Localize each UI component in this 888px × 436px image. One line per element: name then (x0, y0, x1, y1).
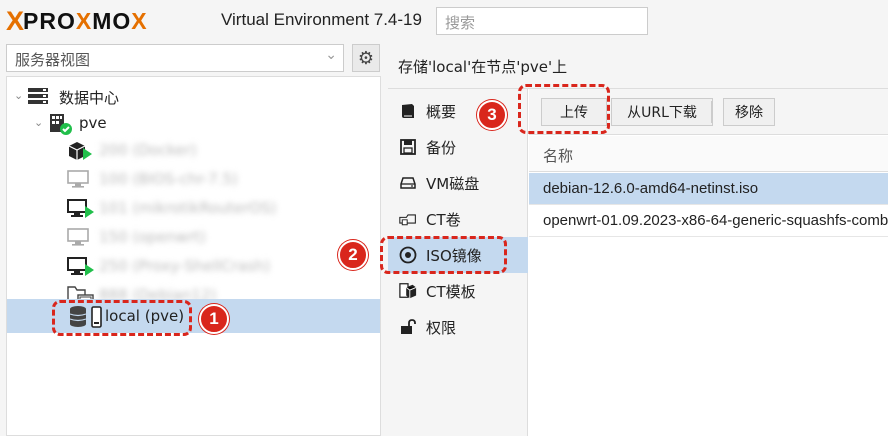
table-cell-name: openwrt-01.09.2023-x86-64-generic-squash… (543, 212, 888, 229)
resource-tree: ⌄ 数据中心 ⌄ pve 200 (Docker) 100 (BIOS-chr-… (6, 76, 381, 436)
ct-template-icon (399, 282, 417, 300)
tree-label-guest: 100 (BIOS-chr-7.5) (99, 170, 238, 188)
logo-x-mark: X (6, 5, 24, 36)
table-row[interactable]: openwrt-01.09.2023-x86-64-generic-squash… (529, 205, 888, 237)
iso-grid: 名称 debian-12.6.0-amd64-netinst.iso openw… (529, 136, 888, 436)
menu-item-ct-templates[interactable]: CT模板 (388, 273, 528, 309)
menu-label: 概要 (426, 102, 457, 121)
table-cell-name: debian-12.6.0-amd64-netinst.iso (543, 180, 759, 197)
page-title: 存储'local'在节点'pve'上 (398, 58, 568, 76)
remove-button[interactable]: 移除 (723, 98, 775, 126)
ct-volume-icon (399, 210, 417, 228)
download-from-url-button[interactable]: 从URL下载 (611, 98, 713, 126)
step-badge-1: 1 (199, 304, 229, 334)
menu-item-summary[interactable]: 概要 (388, 93, 528, 129)
collapse-icon[interactable]: ⌄ (34, 116, 43, 129)
collapse-icon[interactable]: ⌄ (14, 89, 23, 102)
vm-stopped-icon (67, 228, 89, 249)
floppy-icon (399, 138, 417, 156)
content-title-bar: 存储'local'在节点'pve'上 (388, 44, 888, 88)
menu-item-permissions[interactable]: 权限 (388, 309, 528, 345)
menu-label: CT模板 (426, 282, 476, 301)
container-running-icon (67, 141, 93, 164)
menu-label: 备份 (426, 138, 457, 157)
book-icon (399, 102, 417, 120)
highlight-upload (518, 84, 610, 134)
harddisk-icon (399, 174, 417, 192)
column-header-name[interactable]: 名称 (543, 145, 573, 166)
view-selector-value: 服务器视图 (15, 51, 91, 69)
tree-label-node: pve (79, 114, 107, 132)
step-badge-2: 2 (338, 240, 368, 270)
grid-header: 名称 (529, 136, 888, 172)
tree-label-guest: 150 (openwrt) (99, 228, 206, 246)
proxmox-logo[interactable]: X PROXMOX (6, 5, 148, 36)
menu-item-vm-disks[interactable]: VM磁盘 (388, 165, 528, 201)
tree-label-datacenter: 数据中心 (59, 89, 120, 107)
gear-icon[interactable]: ⚙ (352, 44, 380, 72)
toolbar-divider (711, 101, 712, 123)
menu-item-backup[interactable]: 备份 (388, 129, 528, 165)
vm-stopped-icon (67, 170, 89, 191)
menu-label: 权限 (426, 318, 457, 337)
menu-label: CT卷 (426, 210, 461, 229)
vm-running-icon (67, 257, 95, 280)
highlight-storage-local (52, 300, 192, 336)
search-input[interactable]: 搜索 (436, 7, 648, 35)
step-badge-3: 3 (477, 100, 507, 130)
product-version: Virtual Environment 7.4-19 (221, 10, 422, 29)
highlight-iso-images (380, 236, 507, 274)
unlock-icon (399, 318, 417, 336)
server-rack-icon (28, 88, 48, 108)
top-header: X PROXMOX Virtual Environment 7.4-19 搜索 (0, 0, 888, 40)
vm-running-icon (67, 199, 95, 222)
view-selector[interactable]: 服务器视图 ⌄ (6, 44, 344, 72)
logo-wordmark: PROXMOX (23, 7, 148, 34)
menu-item-ct-volumes[interactable]: CT卷 (388, 201, 528, 237)
menu-label: VM磁盘 (426, 174, 480, 193)
tree-label-guest: 250 (Proxy-ShellCrash) (99, 257, 271, 275)
tree-label-guest: 200 (Docker) (99, 141, 197, 159)
tree-label-guest: 101 (mikrotikRouterOS) (99, 199, 277, 217)
table-row[interactable]: debian-12.6.0-amd64-netinst.iso (529, 173, 888, 205)
chevron-down-icon: ⌄ (325, 47, 337, 63)
